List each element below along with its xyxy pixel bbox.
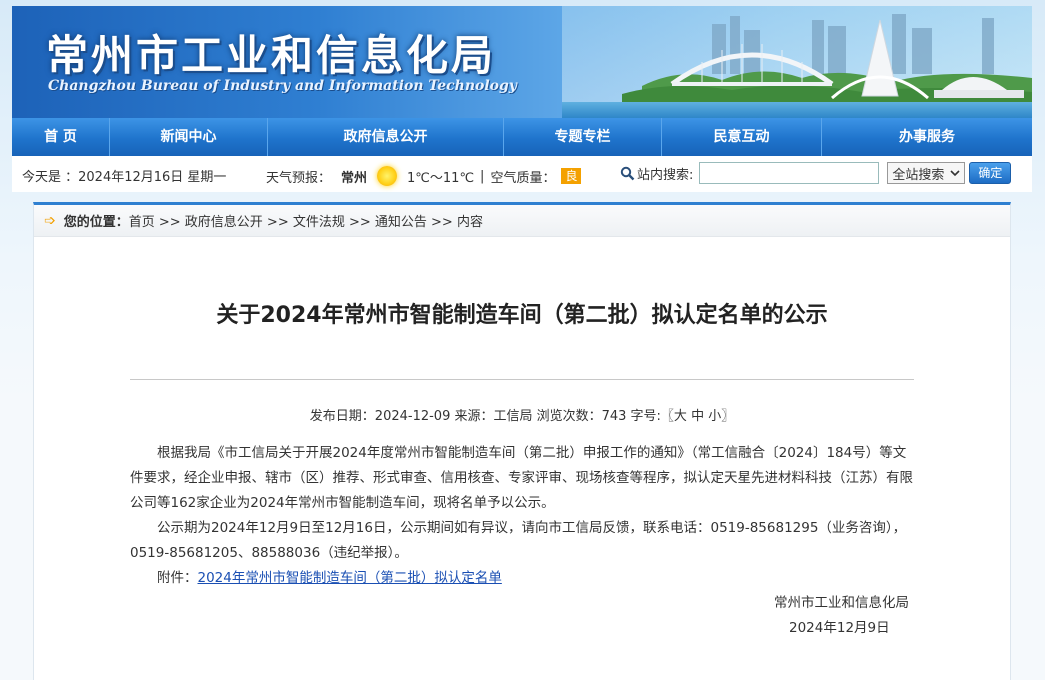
site-subtitle: Changzhou Bureau of Industry and Informa… [48,78,517,94]
article-meta: 发布日期：2024-12-09 来源：工信局 浏览次数：743 字号:〖大 中 … [309,409,735,424]
weather-temp: 1℃～11℃ [407,170,475,186]
header-banner: 常州市工业和信息化局 Changzhou Bureau of Industry … [12,6,1032,118]
arrow-right-icon: ➩ [44,212,56,229]
weather-separator: | [480,168,485,184]
breadcrumb-label: 您的位置： [63,215,129,230]
page: 常州市工业和信息化局 Changzhou Bureau of Industry … [12,6,1032,680]
nav-news[interactable]: 新闻中心 [110,118,268,156]
nav-services[interactable]: 办事服务 [822,118,1032,156]
nav-home[interactable]: 首 页 [12,118,110,156]
signer: 常州市工业和信息化局 [774,595,909,611]
content-card: ➩ 您的位置： 首页 >> 政府信息公开 >> 文件法规 >> 通知公告 >> … [33,202,1011,680]
search-scope-value: 全站搜索 [892,167,945,183]
search-scope-select[interactable]: 全站搜索 [887,162,966,184]
weather-city: 常州 [341,170,368,186]
breadcrumb: ➩ 您的位置： 首页 >> 政府信息公开 >> 文件法规 >> 通知公告 >> … [34,205,1010,237]
weather-label: 天气预报： [266,170,332,186]
weather-widget: 天气预报： 常州 1℃～11℃ | 空气质量： 良 [266,166,582,186]
chevron-down-icon [950,170,960,177]
city-scene-illustration [562,6,1032,118]
article-paragraph: 根据我局《市工信局关于开展2024年度常州市智能制造车间（第二批）申报工作的通知… [130,445,913,511]
breadcrumb-path[interactable]: 首页 >> 政府信息公开 >> 文件法规 >> 通知公告 >> 内容 [129,211,483,230]
search-label: 站内搜索: [637,167,694,183]
search-icon [620,166,635,180]
sign-date: 2024年12月9日 [789,620,890,636]
search-submit-button[interactable]: 确定 [969,162,1012,184]
site-title: 常州市工业和信息化局 [46,31,497,80]
main-nav: 首 页 新闻中心 政府信息公开 专题专栏 民意互动 办事服务 [12,118,1032,156]
sun-icon [377,166,398,186]
attachment-label: 附件： [157,570,198,586]
site-search: 站内搜索: 全站搜索 确定 [620,162,1012,184]
attachment-link[interactable]: 2024年常州市智能制造车间（第二批）拟认定名单 [198,570,502,586]
title-divider [130,379,914,380]
info-bar: 今天是 ：2024年12月16日 星期一 天气预报： 常州 1℃～11℃ | 空… [12,156,1032,192]
nav-interaction[interactable]: 民意互动 [662,118,822,156]
today-date: 今天是 ：2024年12月16日 星期一 [22,170,227,185]
air-quality-badge: 良 [561,168,582,184]
article-paragraph: 公示期为2024年12月9日至12月16日，公示期间如有异议，请向市工信局反馈，… [130,520,907,561]
search-input[interactable] [699,162,880,184]
article-body: 根据我局《市工信局关于开展2024年度常州市智能制造车间（第二批）申报工作的通知… [130,441,918,591]
nav-topics[interactable]: 专题专栏 [504,118,662,156]
nav-gov-info[interactable]: 政府信息公开 [268,118,504,156]
air-quality-label: 空气质量： [490,170,556,186]
article-title: 关于2024年常州市智能制造车间（第二批）拟认定名单的公示 [216,303,828,328]
attachment-line: 附件：2024年常州市智能制造车间（第二批）拟认定名单 [130,566,918,591]
